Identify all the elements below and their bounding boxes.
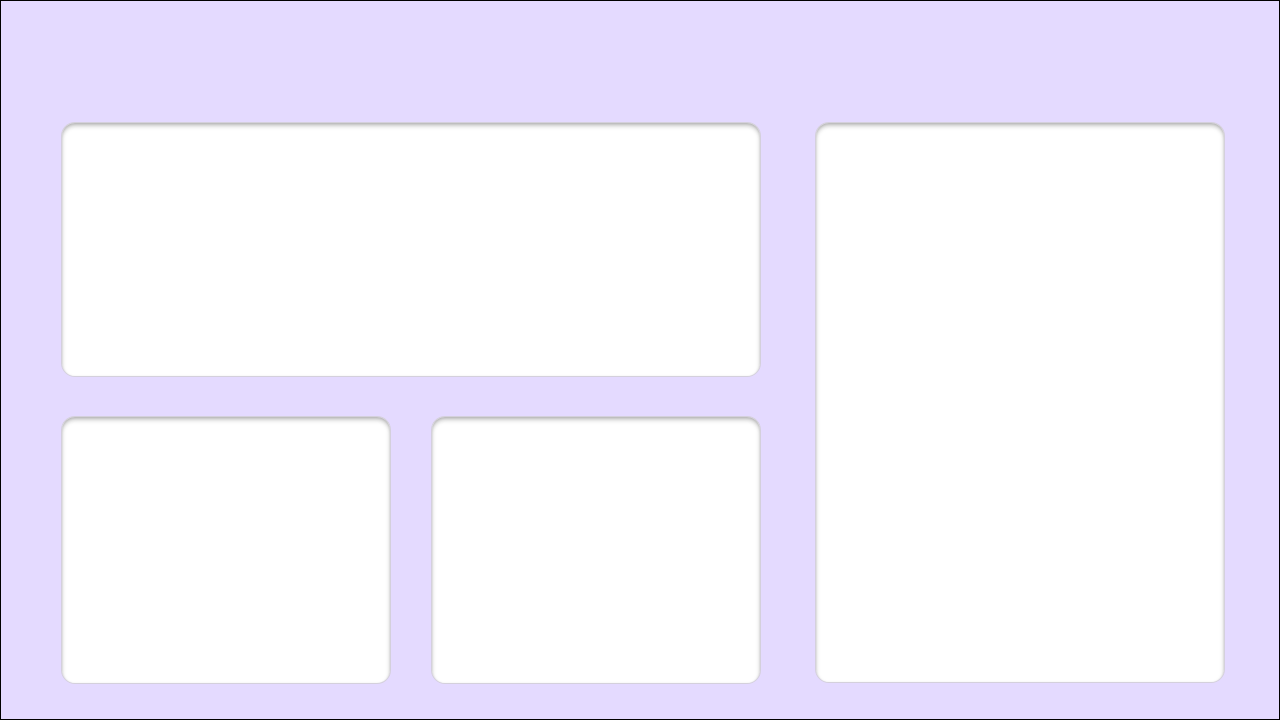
dashboard-canvas [0,0,1280,720]
panel-right-tall [815,122,1225,683]
panel-top-wide [61,122,761,377]
panel-bottom-middle [431,416,761,684]
panel-bottom-left [61,416,391,684]
